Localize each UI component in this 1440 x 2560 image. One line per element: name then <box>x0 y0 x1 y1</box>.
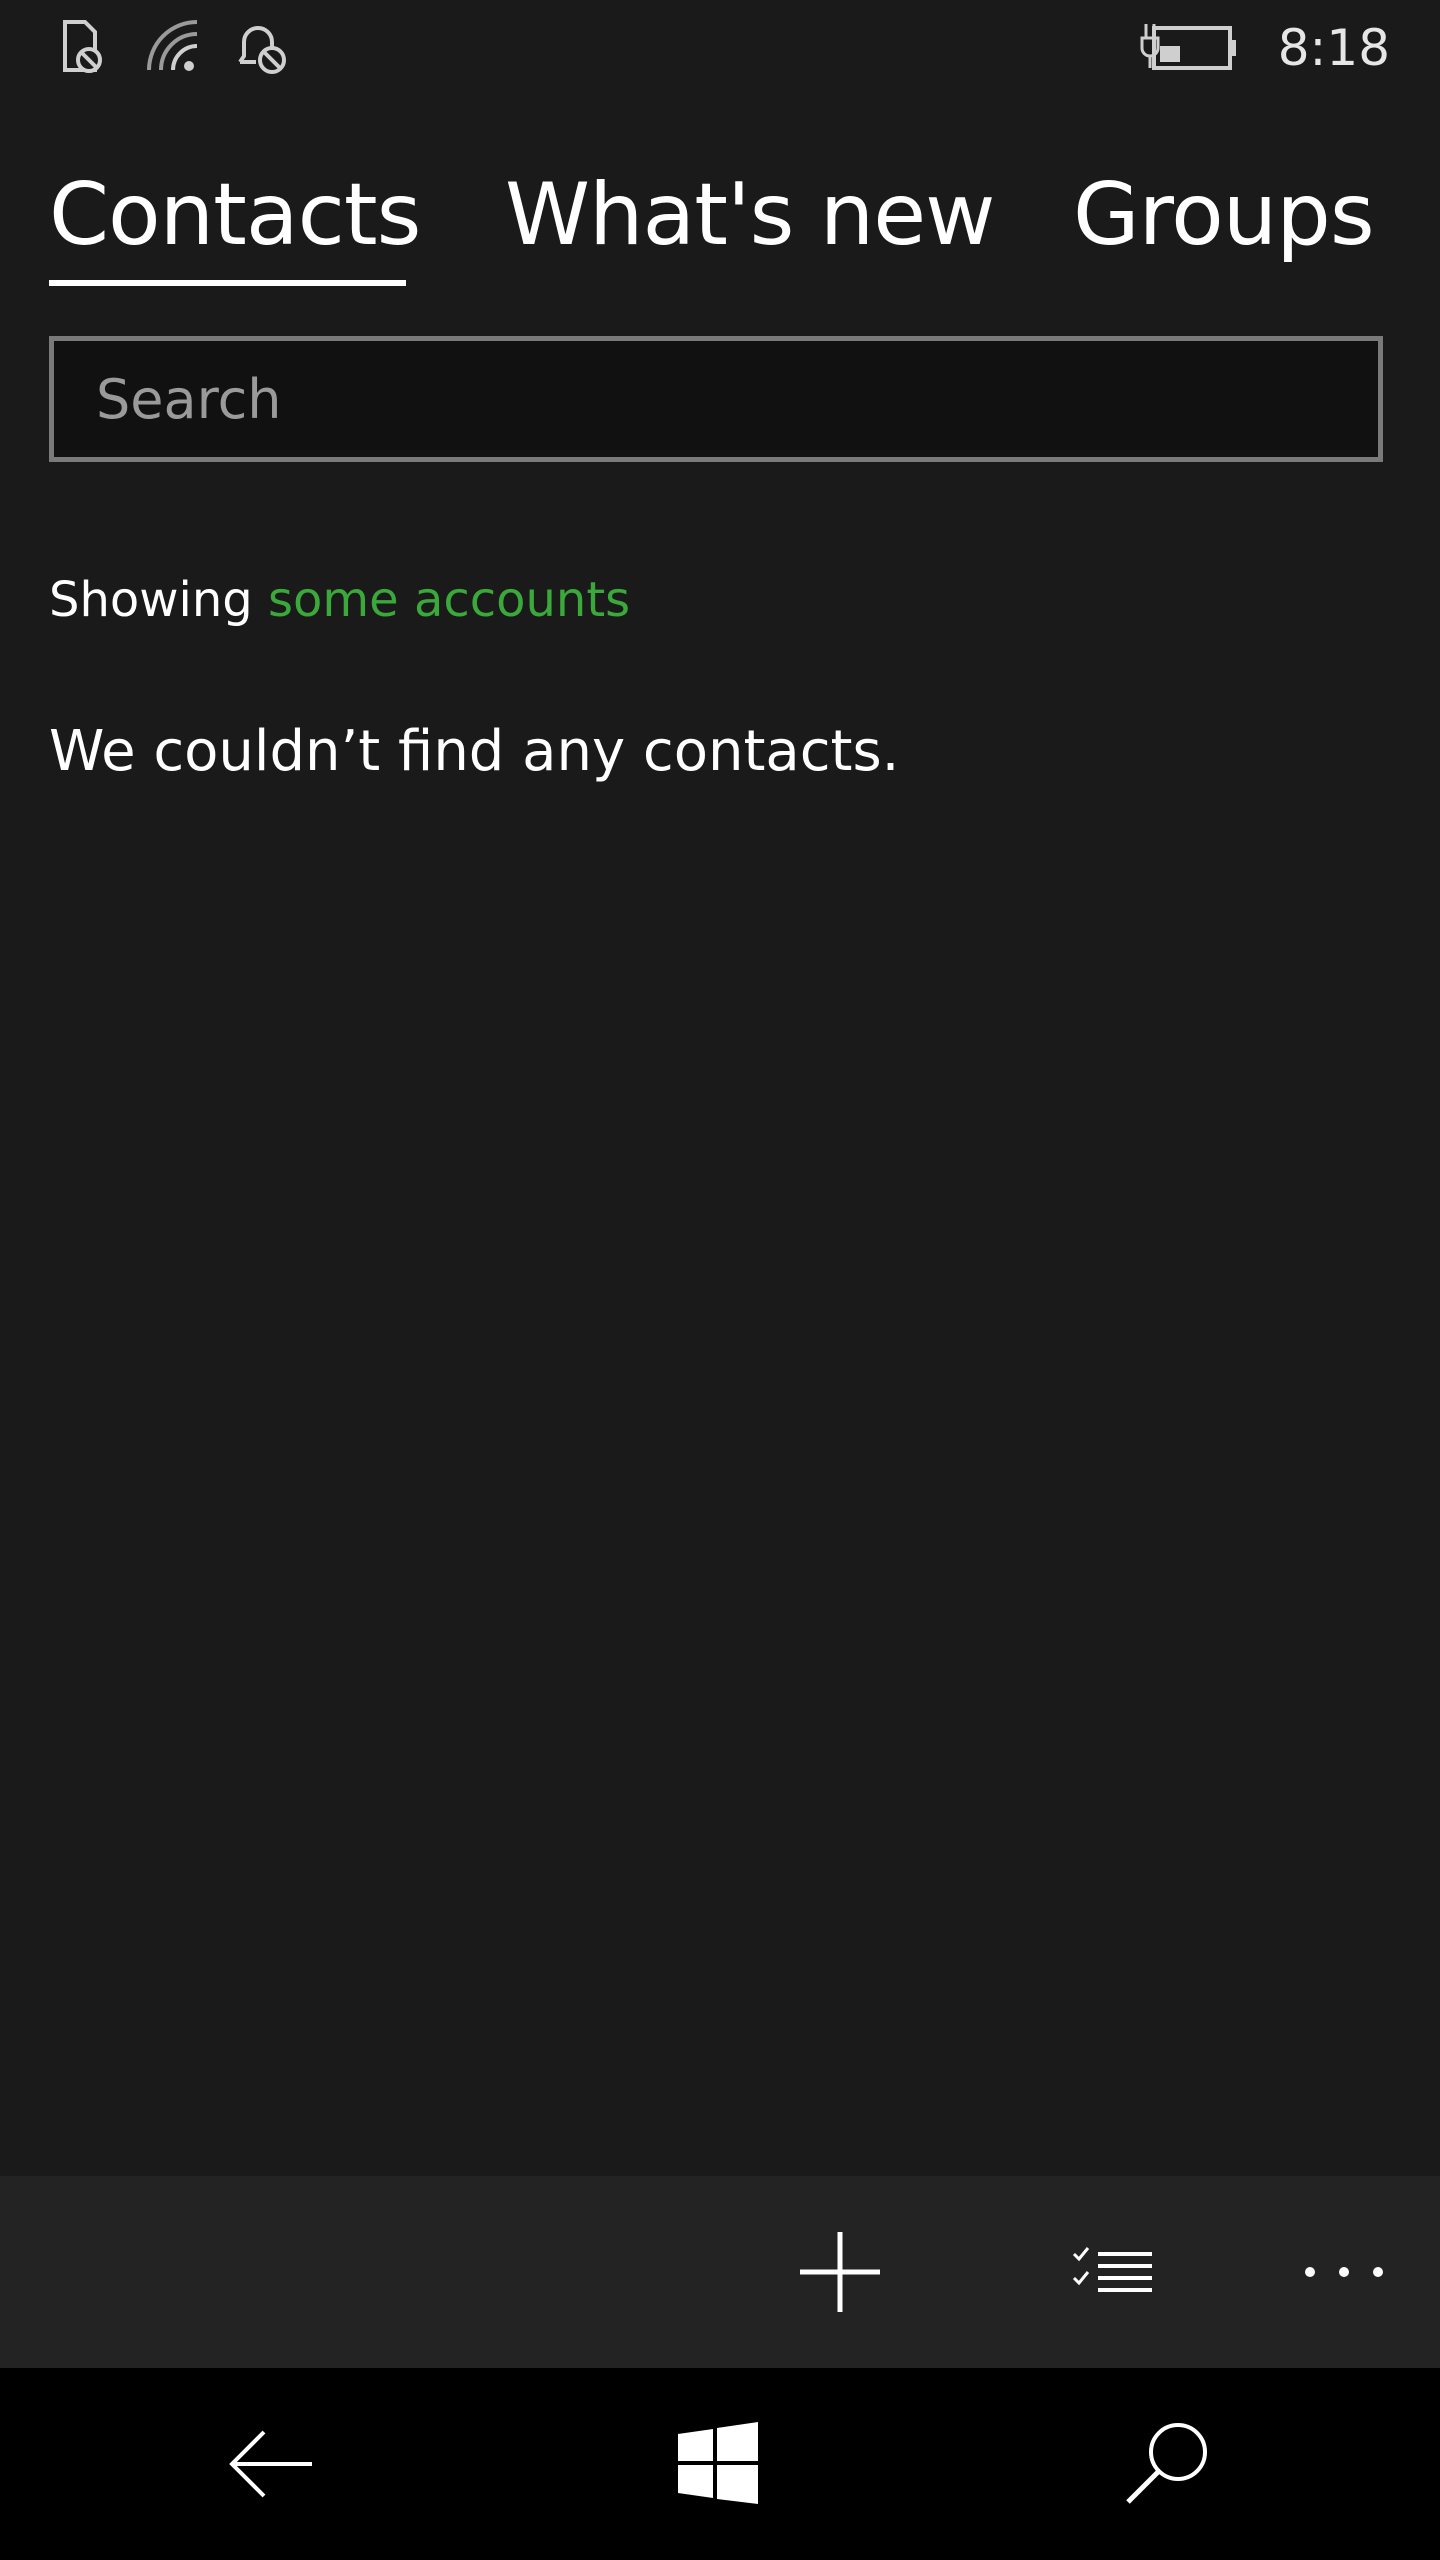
some-accounts-link[interactable]: some accounts <box>268 572 630 628</box>
start-button[interactable] <box>658 2404 778 2524</box>
search-icon <box>1126 2423 1207 2504</box>
battery-charging-icon <box>1140 18 1240 78</box>
select-list-icon <box>1072 2247 1152 2292</box>
app-bar <box>0 2176 1440 2368</box>
add-icon <box>800 2232 880 2312</box>
search-box[interactable] <box>49 336 1383 462</box>
select-button[interactable] <box>1052 2212 1172 2332</box>
navigation-bar <box>0 2368 1440 2560</box>
windows-start-icon <box>678 2422 758 2504</box>
back-icon <box>229 2430 312 2498</box>
more-options-button[interactable] <box>1284 2212 1404 2332</box>
no-sim-icon <box>55 18 115 78</box>
tab-whats-new[interactable]: What's new <box>505 160 995 270</box>
tab-groups[interactable]: Groups <box>1073 160 1375 270</box>
add-contact-button[interactable] <box>780 2212 900 2332</box>
tab-contacts[interactable]: Contacts <box>49 160 421 270</box>
clock: 8:18 <box>1277 19 1390 77</box>
pivot-header: Contacts What's new Groups <box>0 150 1440 300</box>
more-icon <box>1305 2267 1383 2277</box>
selected-tab-indicator <box>49 280 406 286</box>
quiet-hours-icon <box>232 18 292 78</box>
showing-label: Showing <box>49 572 253 628</box>
back-button[interactable] <box>212 2404 332 2524</box>
wifi-signal-icon <box>145 18 205 78</box>
empty-state-message: We couldn’t find any contacts. <box>49 719 900 784</box>
search-button[interactable] <box>1108 2404 1228 2524</box>
status-bar: 8:18 <box>0 0 1440 100</box>
search-input[interactable] <box>96 341 1296 457</box>
account-filter-line: Showing some accounts <box>49 565 630 635</box>
